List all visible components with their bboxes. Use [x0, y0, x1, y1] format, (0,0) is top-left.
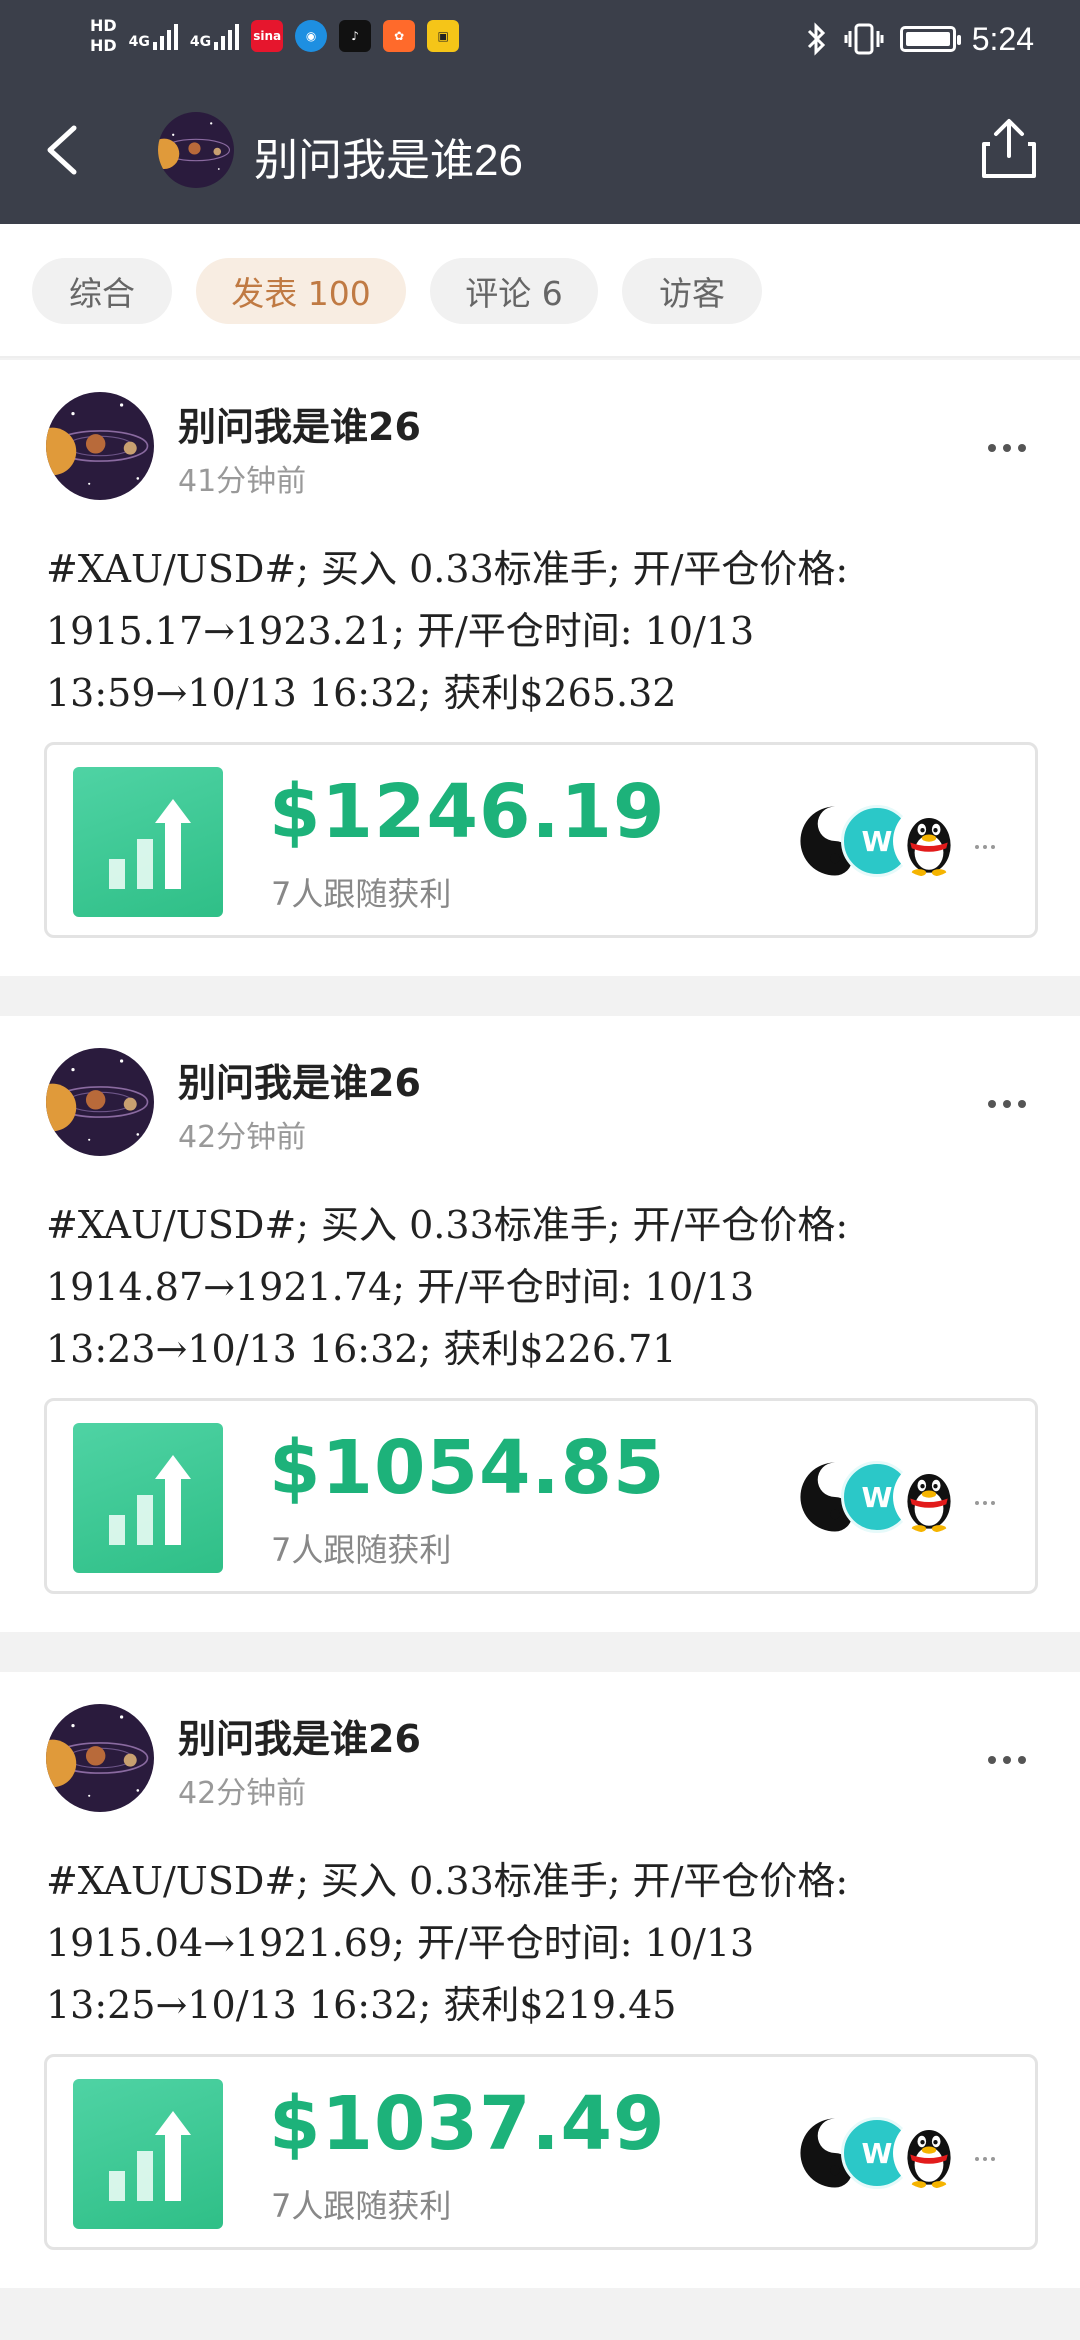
follower-avatar-qq-penguin [893, 2117, 965, 2189]
post-time: 41分钟前 [178, 464, 307, 499]
back-arrow-icon[interactable] [36, 120, 96, 180]
tab-visitors[interactable]: 访客 [622, 258, 762, 324]
sina-label: sina [253, 29, 282, 43]
share-icon[interactable] [974, 114, 1044, 184]
page-title: 别问我是谁26 [254, 136, 523, 185]
post-content: #XAU/USD#; 买入 0.33标准手; 开/平仓价格: 1914.87→1… [46, 1194, 1046, 1380]
follower-avatar-letter: W [861, 824, 893, 858]
post-content-line-2: 1915.17→1923.21; 开/平仓时间: 10/13 [46, 609, 755, 653]
post-item[interactable]: 别问我是谁26 41分钟前 #XAU/USD#; 买入 0.33标准手; 开/平… [0, 360, 1080, 976]
bar-chart-icon [73, 767, 223, 917]
author-avatar[interactable] [46, 392, 154, 500]
kuaishou-app-icon: ✿ [383, 20, 416, 52]
hd-label-1: HD [90, 16, 117, 35]
profit-amount: $1246.19 [269, 769, 666, 855]
news-app-icon: ▣ [427, 20, 460, 52]
post-content-line-1: #XAU/USD#; 买入 0.33标准手; 开/平仓价格: [46, 1859, 849, 1903]
more-followers-icon[interactable] [975, 845, 995, 849]
signal-2-icon: 4G [189, 22, 240, 50]
tab-overview[interactable]: 综合 [32, 258, 172, 324]
clock: 5:24 [971, 20, 1034, 57]
profit-amount: $1037.49 [269, 2081, 666, 2167]
profit-amount: $1054.85 [269, 1425, 666, 1511]
nav-bar: 别问我是谁26 [0, 76, 1080, 224]
network-type-2: 4G [189, 34, 212, 50]
author-avatar[interactable] [46, 1048, 154, 1156]
bar-chart-icon [73, 2079, 223, 2229]
post-content-line-2: 1915.04→1921.69; 开/平仓时间: 10/13 [46, 1921, 755, 1965]
author-name[interactable]: 别问我是谁26 [178, 1708, 421, 1763]
profile-avatar[interactable] [158, 112, 234, 188]
follower-avatar-letter: W [861, 2136, 893, 2170]
post-time: 42分钟前 [178, 1776, 307, 1811]
followers-label: 7人跟随获利 [271, 875, 452, 913]
battery-icon [899, 26, 961, 52]
author-name[interactable]: 别问我是谁26 [178, 396, 421, 451]
followers-label: 7人跟随获利 [271, 1531, 452, 1569]
post-time: 42分钟前 [178, 1120, 307, 1155]
post-content: #XAU/USD#; 买入 0.33标准手; 开/平仓价格: 1915.04→1… [46, 1850, 1046, 2036]
more-options-icon[interactable] [988, 444, 1026, 452]
more-followers-icon[interactable] [975, 2157, 995, 2161]
tiktok-app-icon: ♪ [339, 20, 372, 52]
hd-label-2: HD [90, 36, 117, 55]
post-content-line-2: 1914.87→1921.74; 开/平仓时间: 10/13 [46, 1265, 755, 1309]
post-content-line-3: 13:23→10/13 16:32; 获利$226.71 [46, 1327, 677, 1371]
profit-card[interactable]: $1246.19 7人跟随获利 W [44, 742, 1038, 938]
hd-indicator: HD HD [90, 16, 117, 56]
post-content-line-3: 13:25→10/13 16:32; 获利$219.45 [46, 1983, 677, 2027]
profit-card[interactable]: $1037.49 7人跟随获利 W [44, 2054, 1038, 2250]
tab-comments[interactable]: 评论 6 [430, 258, 598, 324]
post-content: #XAU/USD#; 买入 0.33标准手; 开/平仓价格: 1915.17→1… [46, 538, 1046, 724]
post-content-line-1: #XAU/USD#; 买入 0.33标准手; 开/平仓价格: [46, 547, 849, 591]
tab-posts[interactable]: 发表 100 [196, 258, 406, 324]
network-type-1: 4G [128, 34, 150, 50]
browser-app-icon: ◉ [295, 20, 328, 52]
bluetooth-icon [807, 22, 825, 56]
followers-label: 7人跟随获利 [271, 2187, 452, 2225]
filter-tabs: 综合 发表 100 评论 6 访客 [0, 224, 1080, 358]
follower-avatar-qq-penguin [893, 1461, 965, 1533]
more-followers-icon[interactable] [975, 1501, 995, 1505]
follower-avatar-qq-penguin [893, 805, 965, 877]
post-content-line-1: #XAU/USD#; 买入 0.33标准手; 开/平仓价格: [46, 1203, 849, 1247]
profit-card[interactable]: $1054.85 7人跟随获利 W [44, 1398, 1038, 1594]
post-item[interactable]: 别问我是谁26 42分钟前 #XAU/USD#; 买入 0.33标准手; 开/平… [0, 1672, 1080, 2288]
vibrate-icon [844, 23, 884, 55]
post-content-line-3: 13:59→10/13 16:32; 获利$265.32 [46, 671, 677, 715]
more-options-icon[interactable] [988, 1100, 1026, 1108]
more-options-icon[interactable] [988, 1756, 1026, 1764]
post-item[interactable]: 别问我是谁26 42分钟前 #XAU/USD#; 买入 0.33标准手; 开/平… [0, 1016, 1080, 1632]
bar-chart-icon [73, 1423, 223, 1573]
sina-weibo-app-icon: sina [251, 20, 284, 52]
signal-1-icon: 4G [129, 22, 178, 50]
author-name[interactable]: 别问我是谁26 [178, 1052, 421, 1107]
author-avatar[interactable] [46, 1704, 154, 1812]
status-bar: HD HD 4G 4G sina ◉ ♪ ✿ ▣ 5:24 [0, 0, 1080, 76]
follower-avatar-letter: W [861, 1480, 893, 1514]
